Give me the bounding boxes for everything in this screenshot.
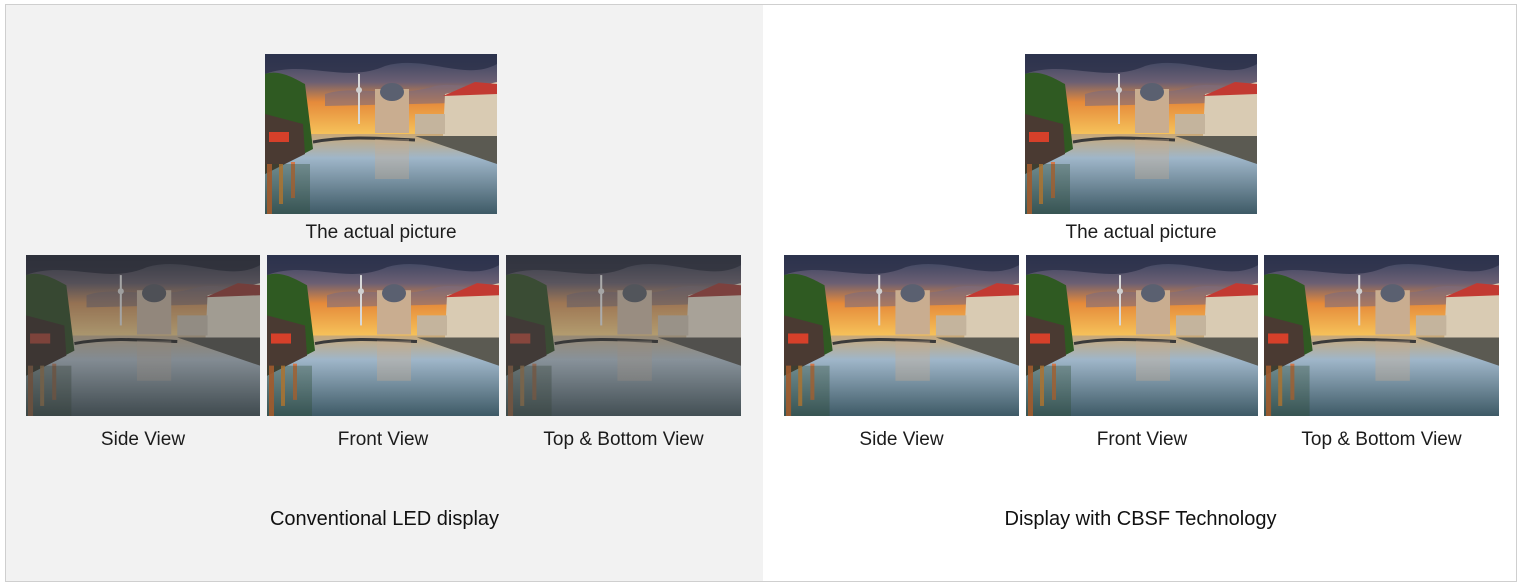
top-bottom-view-caption: Top & Bottom View xyxy=(543,429,704,450)
conventional-panel: The actual picture Side View Front View … xyxy=(6,5,763,581)
side-view-image xyxy=(784,255,1019,416)
top-bottom-view-caption: Top & Bottom View xyxy=(1301,429,1462,450)
side-view-caption: Side View xyxy=(100,429,186,450)
cbsf-heading: Display with CBSF Technology xyxy=(1004,508,1277,530)
side-view-caption: Side View xyxy=(859,429,944,450)
cbsf-panel: The actual picture Side View Front View … xyxy=(763,5,1516,581)
front-view-image xyxy=(267,255,499,416)
top-bottom-view-image xyxy=(1264,255,1499,416)
actual-picture-caption: The actual picture xyxy=(1065,222,1217,243)
actual-picture-caption: The actual picture xyxy=(305,222,457,243)
conventional-heading: Conventional LED display xyxy=(269,508,500,530)
top-bottom-view-image xyxy=(506,255,741,416)
front-view-image xyxy=(1026,255,1258,416)
side-view-image xyxy=(26,255,260,416)
actual-picture-image xyxy=(265,54,497,214)
actual-picture-image xyxy=(1025,54,1257,214)
front-view-caption: Front View xyxy=(337,429,429,450)
comparison-frame: The actual picture Side View Front View … xyxy=(5,4,1517,582)
front-view-caption: Front View xyxy=(1096,429,1188,450)
